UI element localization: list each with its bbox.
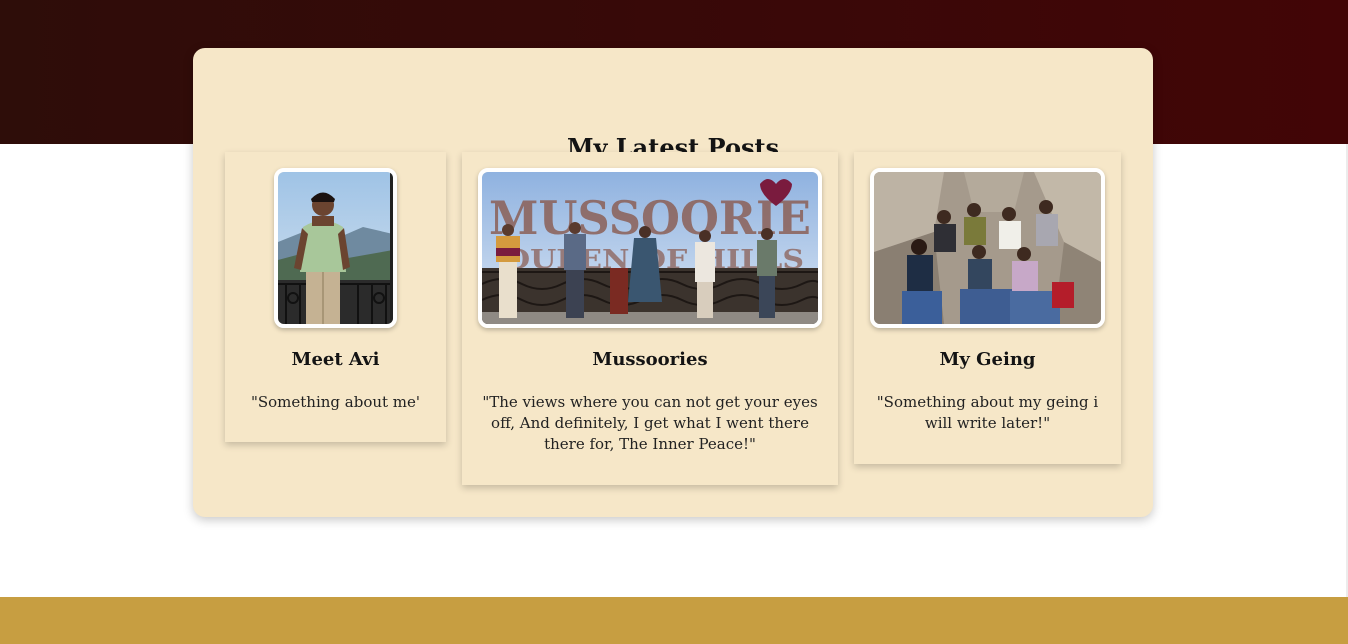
footer-band xyxy=(0,597,1348,644)
post-card-mussoories[interactable]: MUSSOORIE QUEEN OF HILLS xyxy=(462,152,838,485)
post-excerpt: "The views where you can not get your ey… xyxy=(482,393,818,453)
post-card-my-geing[interactable]: My Geing "Something about my geing i wil… xyxy=(854,152,1121,464)
post-title[interactable]: Mussoories xyxy=(462,349,838,371)
group-sign-photo-icon: MUSSOORIE QUEEN OF HILLS xyxy=(482,172,818,324)
latest-posts-panel: My Latest Posts Meet Avi "Something abou… xyxy=(193,48,1153,517)
post-image[interactable] xyxy=(870,168,1105,328)
post-title[interactable]: Meet Avi xyxy=(225,349,446,371)
post-excerpt: "Something about me' xyxy=(250,393,421,411)
post-title[interactable]: My Geing xyxy=(854,349,1121,371)
post-card-meet-avi[interactable]: Meet Avi "Something about me' xyxy=(225,152,446,442)
post-image[interactable] xyxy=(274,168,397,328)
post-image[interactable]: MUSSOORIE QUEEN OF HILLS xyxy=(478,168,822,328)
portrait-photo-icon xyxy=(278,172,393,324)
group-rocks-photo-icon xyxy=(874,172,1101,324)
post-excerpt: "Something about my geing i will write l… xyxy=(876,393,1099,432)
